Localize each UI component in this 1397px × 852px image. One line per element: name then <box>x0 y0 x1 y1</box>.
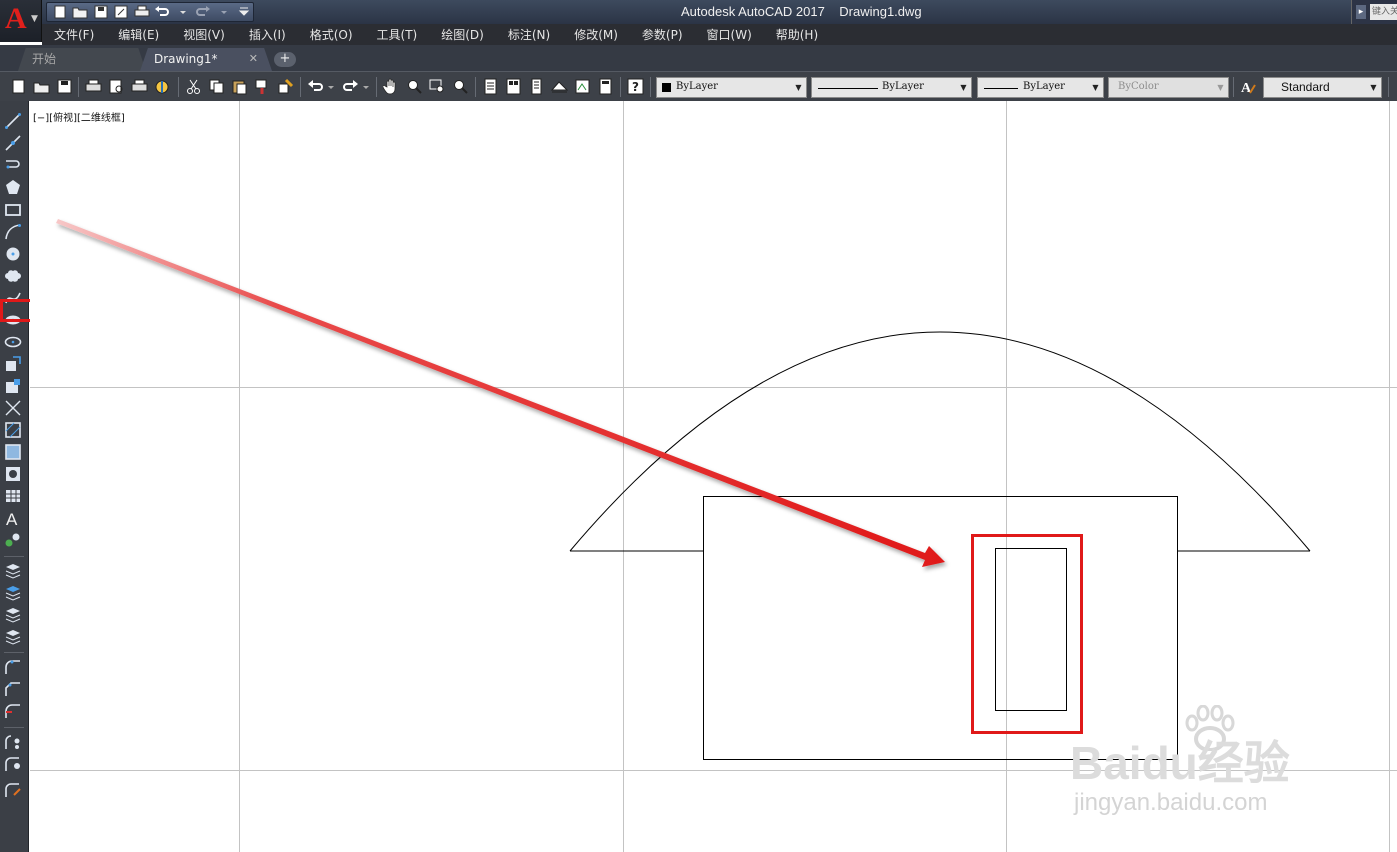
watermark-url: jingyan.baidu.com <box>1074 789 1268 816</box>
baidu-watermark: Baidu经验 jingyan.baidu.com <box>1070 705 1360 825</box>
door-highlight-box <box>971 534 1083 734</box>
watermark-brand: Baidu经验 <box>1070 737 1290 789</box>
pointer-arrow <box>56 219 945 567</box>
viewport-controls[interactable]: [−][俯视][二维线框] <box>33 109 125 124</box>
annotation-arrow <box>56 219 945 567</box>
house-drawing <box>569 331 1311 760</box>
roof-arc[interactable] <box>569 331 1311 552</box>
